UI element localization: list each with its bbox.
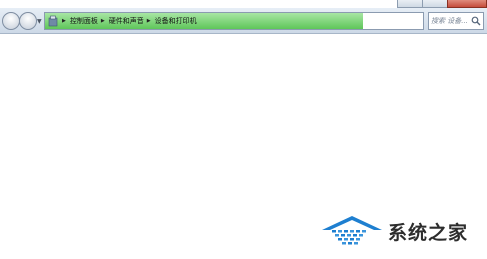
watermark-text: 系统之家 (388, 221, 469, 244)
breadcrumb-hardware-and-sound[interactable]: 硬件和声音 (109, 16, 144, 26)
navigation-bar: ▼ ▶ 控制面板 ▶ 硬件和声音 ▶ 设备和打印机 ▼ ✕ (0, 8, 487, 34)
breadcrumb-control-panel[interactable]: 控制面板 (70, 16, 98, 26)
breadcrumb: ▶ 控制面板 ▶ 硬件和声音 ▶ 设备和打印机 (59, 13, 197, 29)
search-box (428, 12, 484, 30)
chevron-right-icon[interactable]: ▶ (62, 18, 66, 24)
forward-button[interactable] (19, 12, 37, 30)
house-logo-icon (322, 216, 382, 245)
window-controls (397, 0, 487, 8)
breadcrumb-devices-and-printers[interactable]: 设备和打印机 (155, 16, 197, 26)
recent-pages-dropdown-icon[interactable]: ▼ (37, 18, 42, 25)
back-button[interactable] (2, 12, 20, 30)
minimize-button[interactable] (397, 0, 423, 8)
watermark: 系统之家 (318, 214, 468, 248)
close-button[interactable] (447, 0, 487, 8)
address-bar[interactable]: ▶ 控制面板 ▶ 硬件和声音 ▶ 设备和打印机 ▼ ✕ (44, 12, 424, 30)
chevron-right-icon[interactable]: ▶ (101, 18, 105, 24)
folder-icon (48, 15, 58, 27)
search-input[interactable] (431, 14, 471, 28)
maximize-button[interactable] (422, 0, 448, 8)
search-icon[interactable] (471, 16, 481, 26)
chevron-right-icon[interactable]: ▶ (147, 18, 151, 24)
